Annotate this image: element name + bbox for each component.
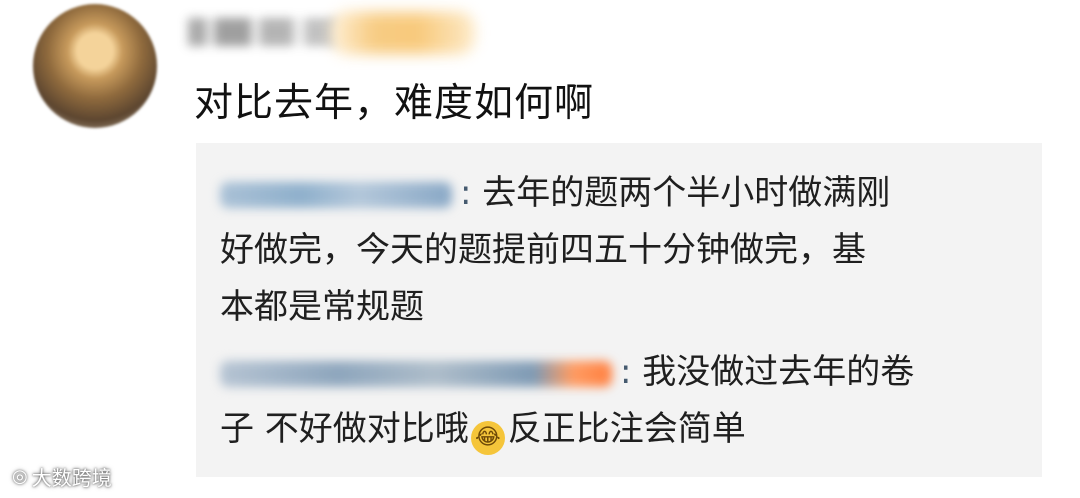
replies-container[interactable]: : 去年的题两个半小时做满刚 好做完，今天的题提前四五十分钟做完，基 本都是常规… (196, 143, 1042, 477)
reply-line: : 我没做过去年的卷 (220, 344, 1020, 401)
laughing-crying-emoji-icon: 😂 (470, 421, 505, 455)
reply-author-blurred[interactable] (220, 360, 612, 387)
reply-author-blurred[interactable] (220, 181, 452, 208)
reply-separator: : (620, 352, 632, 392)
avatar[interactable] (33, 4, 157, 128)
comment-text: 对比去年，难度如何啊 (194, 81, 595, 126)
watermark-text: 大数跨境 (31, 466, 112, 490)
reply-text-segment: 反正比注会简单 (507, 409, 746, 449)
weibo-icon: ◎ (12, 466, 28, 487)
reply-text-line: 我没做过去年的卷 (631, 352, 915, 392)
username-blurred[interactable] (188, 18, 338, 46)
reply-text-line: 本都是常规题 (220, 287, 424, 327)
reply-item[interactable]: : 我没做过去年的卷 子 不好做对比哦 😂 反正比注会简单 (220, 344, 1020, 458)
reply-separator: : (460, 173, 472, 213)
reply-line: : 去年的题两个半小时做满刚 (220, 165, 1020, 222)
reply-line: 子 不好做对比哦 😂 反正比注会简单 (220, 401, 1020, 458)
watermark: ◎ 大数跨境 (12, 462, 112, 491)
reply-text-line: 好做完，今天的题提前四五十分钟做完，基 (220, 230, 866, 270)
reply-item[interactable]: : 去年的题两个半小时做满刚 好做完，今天的题提前四五十分钟做完，基 本都是常规… (220, 165, 1020, 336)
user-badge-blurred (330, 12, 475, 54)
reply-text-segment: 子 不好做对比哦 (220, 409, 469, 449)
reply-text-line: 去年的题两个半小时做满刚 (471, 173, 891, 213)
